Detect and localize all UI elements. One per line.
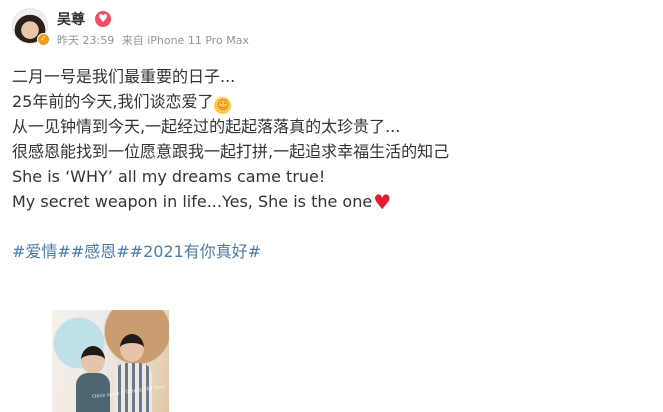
- photo-person-woman: [72, 338, 110, 412]
- post-meta: 昨天 23:59 来自 iPhone 11 Pro Max: [57, 34, 253, 48]
- hashtag-link-2021[interactable]: #2021有你真好#: [130, 242, 262, 261]
- post-time[interactable]: 昨天 23:59: [57, 34, 114, 48]
- avatar-container[interactable]: ✓: [12, 8, 50, 46]
- post-photo-thumbnail[interactable]: Once upon a time in the Year ♥: [52, 310, 169, 412]
- post-text-line-with-emoji: 25年前的今天,我们谈恋爱了 ☺: [12, 89, 632, 114]
- vip-heart-icon: ♥: [95, 11, 111, 27]
- post-source: 来自 iPhone 11 Pro Max: [121, 34, 250, 47]
- photo-person-head: [120, 334, 144, 362]
- red-heart-icon: ♥: [373, 190, 392, 214]
- post-text-line: 从一见钟情到今天,一起经过的起起落落真的太珍贵了...: [12, 117, 401, 136]
- photo-person-man: [110, 330, 152, 412]
- hashtag-link-love[interactable]: #爱情#: [12, 242, 71, 261]
- post-content: 二月一号是我们最重要的日子... 25年前的今天,我们谈恋爱了 ☺ 从一见钟情到今…: [12, 64, 632, 264]
- hashtag-link-gratitude[interactable]: #感恩#: [71, 242, 130, 261]
- hashtag-list: #爱情##感恩##2021有你真好#: [12, 239, 632, 264]
- post-text-line: 二月一号是我们最重要的日子...: [12, 67, 236, 86]
- verified-badge-icon: ✓: [37, 33, 50, 46]
- post-text-line-with-heart: My secret weapon in life...Yes, She is t…: [12, 189, 632, 214]
- post-text-line: 很感恩能找到一位愿意跟我一起打拼,一起追求幸福生活的知己: [12, 142, 450, 161]
- post-text: 25年前的今天,我们谈恋爱了: [12, 92, 214, 111]
- post-text: My secret weapon in life...Yes, She is t…: [12, 192, 373, 211]
- smiling-face-with-hearts-icon: ☺: [214, 97, 232, 114]
- post-text-line: She is ‘WHY’ all my dreams came true!: [12, 167, 326, 186]
- weibo-post: ✓ 吴尊 ♥ 昨天 23:59 来自 iPhone 11 Pro Max 二月一…: [0, 0, 663, 412]
- user-name[interactable]: 吴尊: [57, 12, 85, 28]
- photo-person-head: [81, 346, 105, 374]
